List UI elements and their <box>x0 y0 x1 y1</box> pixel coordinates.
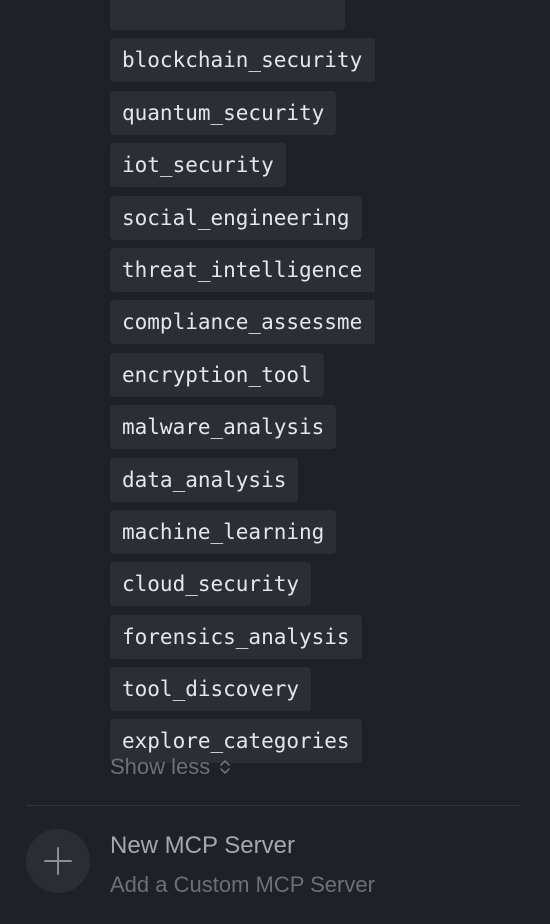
tool-row: compliance_assessme <box>110 300 375 352</box>
new-mcp-server-button[interactable]: New MCP Server Add a Custom MCP Server <box>26 826 520 906</box>
new-server-title: New MCP Server <box>110 832 295 859</box>
chevron-up-down-icon <box>218 757 232 777</box>
tool-tag[interactable]: social_engineering <box>110 195 362 240</box>
tool-row: quantum_security <box>110 90 375 143</box>
show-less-button[interactable]: Show less <box>110 752 232 782</box>
tool-row: blockchain_security <box>110 38 375 90</box>
tool-row <box>110 0 375 38</box>
tool-row: machine_learning <box>110 509 375 562</box>
divider <box>26 805 520 806</box>
tool-tag[interactable]: iot_security <box>110 143 286 188</box>
tool-tag[interactable]: machine_learning <box>110 509 337 554</box>
tool-tag[interactable]: data_analysis <box>110 457 299 502</box>
tool-tag[interactable]: blockchain_security <box>110 38 375 83</box>
tool-tag[interactable]: compliance_assessme <box>110 300 375 345</box>
tool-list: blockchain_security quantum_security iot_s… <box>110 0 375 772</box>
tool-row: social_engineering <box>110 195 375 248</box>
tool-tag[interactable]: threat_intelligence <box>110 247 375 292</box>
tool-row: cloud_security <box>110 562 375 614</box>
show-less-label: Show less <box>110 754 211 779</box>
tool-row: encryption_tool <box>110 352 375 405</box>
tool-row: malware_analysis <box>110 405 375 457</box>
tool-row: tool_discovery <box>110 667 375 719</box>
tool-tag[interactable]: quantum_security <box>110 90 337 135</box>
tool-row: forensics_analysis <box>110 614 375 667</box>
tool-tag[interactable]: malware_analysis <box>110 405 337 450</box>
tool-row: threat_intelligence <box>110 247 375 300</box>
mcp-tools-panel: blockchain_security quantum_security iot_s… <box>0 0 550 924</box>
tool-tag[interactable]: tool_discovery <box>110 667 312 712</box>
plus-icon <box>26 829 90 893</box>
tool-tag[interactable]: forensics_analysis <box>110 614 362 659</box>
tool-tag[interactable] <box>110 0 345 30</box>
tool-tag[interactable]: encryption_tool <box>110 352 324 397</box>
tool-tag[interactable]: cloud_security <box>110 562 312 607</box>
tool-row: data_analysis <box>110 457 375 510</box>
new-server-subtitle: Add a Custom MCP Server <box>110 872 375 897</box>
tool-row: iot_security <box>110 143 375 195</box>
